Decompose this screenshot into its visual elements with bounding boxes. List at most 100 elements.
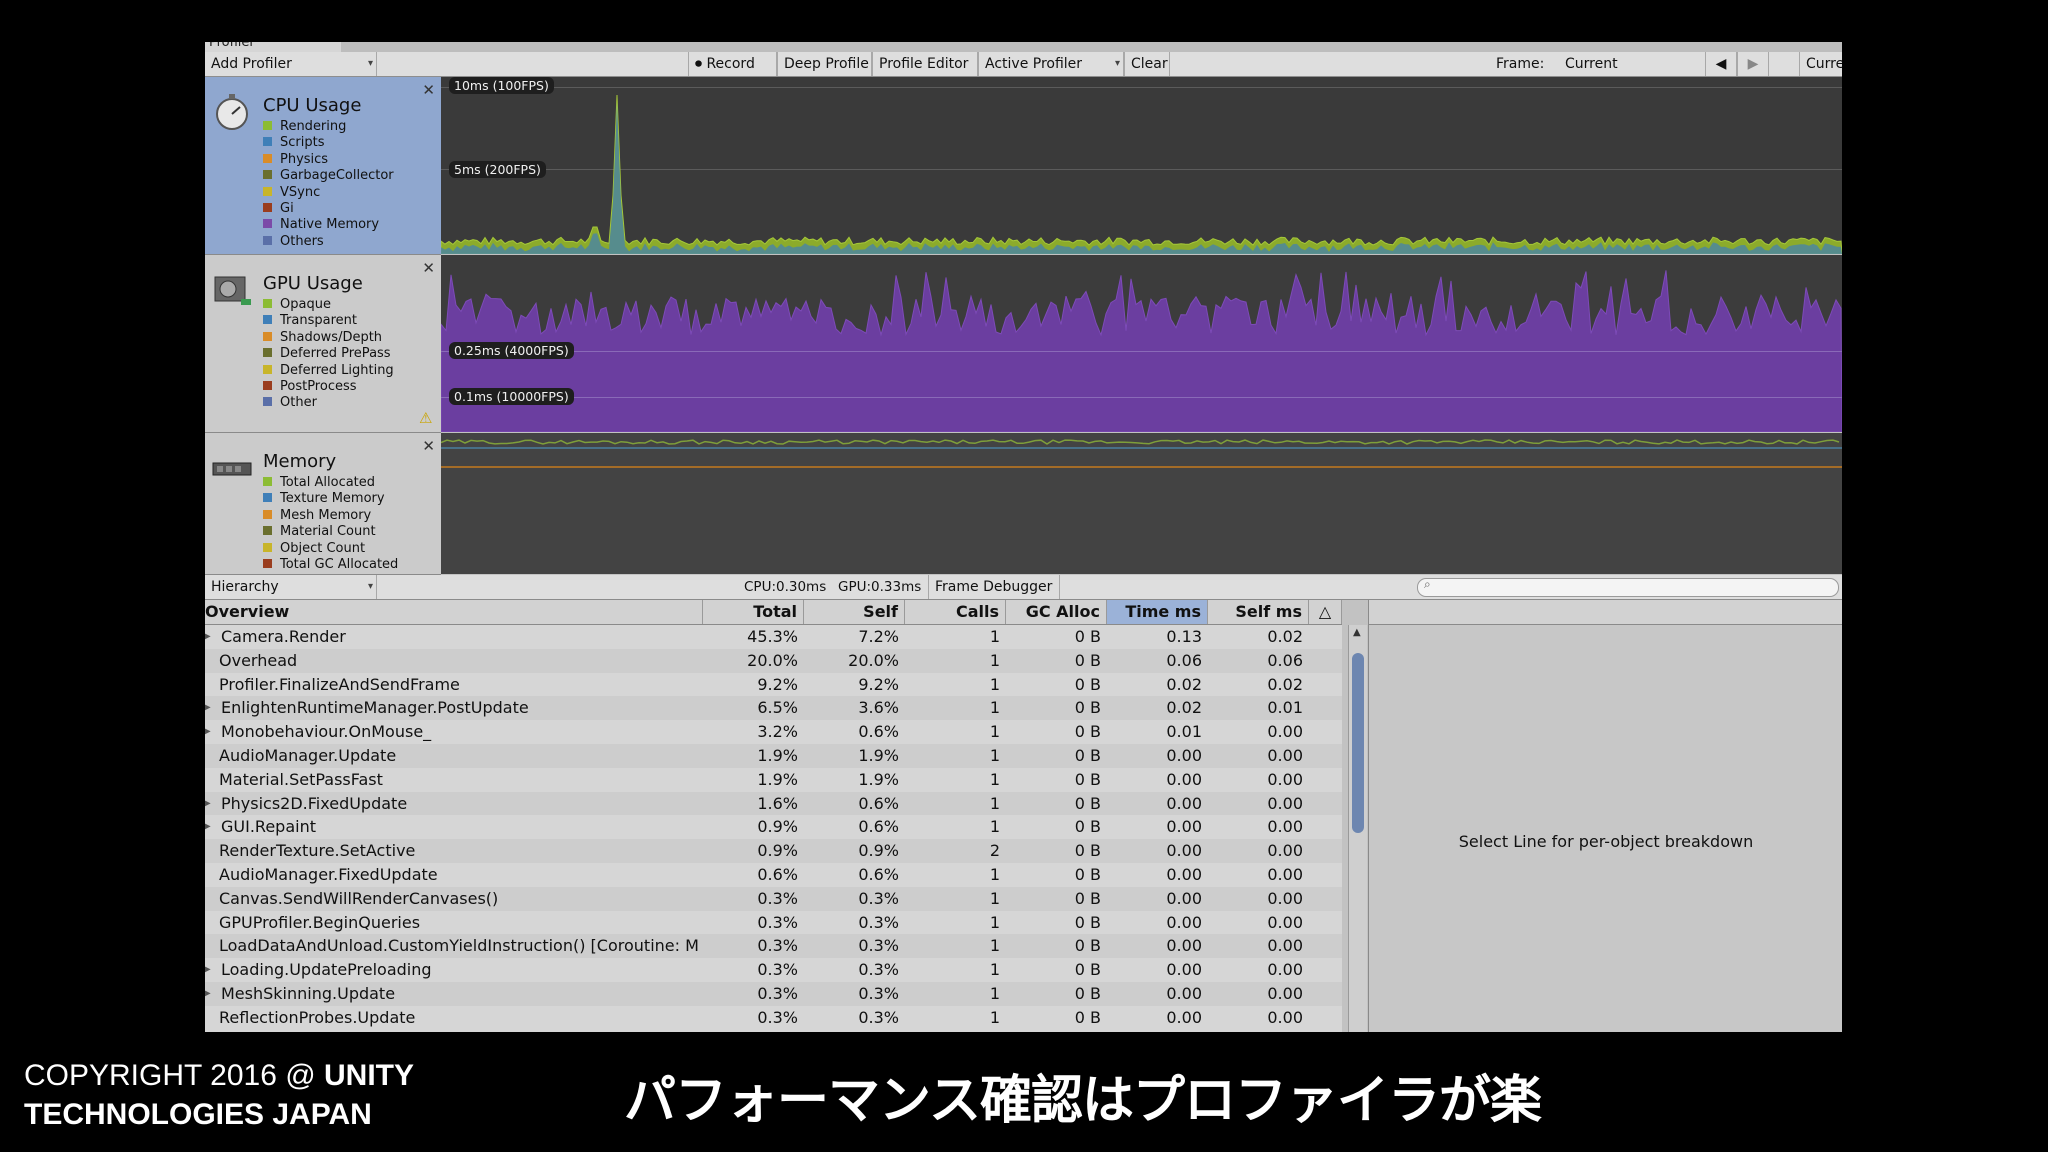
legend-item[interactable]: Total Allocated xyxy=(263,475,398,491)
expand-arrow-icon[interactable]: ▶ xyxy=(205,815,211,839)
table-row[interactable]: ▶ MeshSkinning.Update 0.3% 0.3% 1 0 B 0.00 0.00 xyxy=(205,982,1342,1006)
current-frame-button[interactable]: Curre xyxy=(1799,52,1842,76)
table-row[interactable]: Material.SetPassFast 1.9% 1.9% 1 0 B 0.00 0.00 xyxy=(205,768,1342,792)
table-row[interactable]: ▶ GUI.Repaint 0.9% 0.6% 1 0 B 0.00 0.00 xyxy=(205,815,1342,839)
warning-column-icon[interactable]: △ xyxy=(1309,600,1342,624)
legend-item[interactable]: Deferred Lighting xyxy=(263,363,394,379)
gpu-usage-graph[interactable]: 0.25ms (4000FPS) 0.1ms (10000FPS) xyxy=(441,255,1842,432)
column-total[interactable]: Total xyxy=(703,600,804,624)
table-row[interactable]: ReflectionProbes.Update 0.3% 0.3% 1 0 B 0.00 0… xyxy=(205,1006,1342,1030)
row-name: RenderTexture.SetActive xyxy=(219,841,416,861)
memory-graph[interactable] xyxy=(441,433,1842,574)
table-row[interactable]: GPUProfiler.BeginQueries 0.3% 0.3% 1 0 B 0.00… xyxy=(205,911,1342,935)
scroll-up-icon[interactable]: ▲ xyxy=(1353,627,1361,638)
legend-item[interactable]: Opaque xyxy=(263,297,394,313)
legend-item[interactable]: Texture Memory xyxy=(263,491,398,507)
copyright-company: UNITY xyxy=(324,1059,414,1092)
legend-item[interactable]: Deferred PrePass xyxy=(263,346,394,362)
table-row[interactable]: Canvas.SendWillRenderCanvases() 0.3% 0.3% 1… xyxy=(205,886,1342,911)
prev-frame-button[interactable]: ◀ xyxy=(1705,52,1737,76)
table-row[interactable]: LoadDataAndUnload.CustomYieldInstruction… xyxy=(205,934,1342,959)
legend-item[interactable]: Rendering xyxy=(263,119,394,135)
record-label: Record xyxy=(706,56,755,72)
table-scrollbar[interactable]: ▲ xyxy=(1348,625,1367,1032)
cell-calls: 1 xyxy=(989,698,1000,718)
legend-item[interactable]: Physics xyxy=(263,152,394,168)
legend-item[interactable]: Other xyxy=(263,395,394,411)
legend-item[interactable]: PostProcess xyxy=(263,379,394,395)
legend-item[interactable]: Scripts xyxy=(263,135,394,151)
table-row[interactable]: ▶ Loading.UpdatePreloading 0.3% 0.3% 1 0 B 0.0… xyxy=(205,958,1342,982)
cpu-usage-panel[interactable]: CPU Usage ✕ Rendering Scripts Physics Ga… xyxy=(205,77,441,255)
record-button[interactable]: ⏺ Record xyxy=(688,52,777,76)
column-self[interactable]: Self xyxy=(804,600,905,624)
legend-item[interactable]: Object Count xyxy=(263,541,398,557)
cell-calls: 1 xyxy=(989,722,1000,742)
legend-item[interactable]: Transparent xyxy=(263,313,394,329)
cell-selfms: 0.00 xyxy=(1267,984,1303,1003)
frame-debugger-button[interactable]: Frame Debugger xyxy=(928,575,1060,599)
expand-arrow-icon[interactable]: ▶ xyxy=(205,625,211,649)
deep-profile-button[interactable]: Deep Profile xyxy=(777,52,872,76)
expand-arrow-icon[interactable]: ▶ xyxy=(205,958,211,982)
table-row[interactable]: Overhead 20.0% 20.0% 1 0 B 0.06 0.06 xyxy=(205,648,1342,673)
table-row[interactable]: AudioManager.FixedUpdate 0.6% 0.6% 1 0 B 0.00… xyxy=(205,863,1342,887)
gpu-usage-panel[interactable]: GPU Usage ✕ Opaque Transparent Shadows/D… xyxy=(205,255,441,433)
cell-time: 0.13 xyxy=(1166,627,1202,646)
next-frame-button[interactable]: ▶ xyxy=(1737,52,1769,76)
cell-calls: 1 xyxy=(989,746,1000,765)
search-input[interactable]: ⌕ xyxy=(1417,577,1839,597)
expand-arrow-icon[interactable]: ▶ xyxy=(205,982,211,1006)
row-name: Monobehaviour.OnMouse_ xyxy=(221,722,432,742)
legend-item[interactable]: Shadows/Depth xyxy=(263,330,394,346)
profile-editor-button[interactable]: Profile Editor xyxy=(872,52,978,76)
legend-item[interactable]: Gi xyxy=(263,201,394,217)
column-calls[interactable]: Calls xyxy=(905,600,1006,624)
profiler-tab[interactable]: Profiler xyxy=(205,42,341,52)
cell-self: 7.2% xyxy=(858,627,899,646)
cell-gc: 0 B xyxy=(1074,888,1101,908)
expand-arrow-icon[interactable]: ▶ xyxy=(205,720,211,744)
legend-item[interactable]: GarbageCollector xyxy=(263,168,394,184)
legend-item[interactable]: Native Memory xyxy=(263,217,394,233)
scrollbar-thumb[interactable] xyxy=(1352,653,1364,833)
memory-panel[interactable]: Memory ✕ Total Allocated Texture Memory … xyxy=(205,433,441,575)
legend-item[interactable]: VSync xyxy=(263,185,394,201)
cell-total: 20.0% xyxy=(747,650,798,670)
warning-icon[interactable]: ⚠ xyxy=(419,409,432,427)
legend-item[interactable]: Others xyxy=(263,234,394,250)
close-gpu-panel-icon[interactable]: ✕ xyxy=(422,259,435,277)
active-profiler-dropdown[interactable]: Active Profiler xyxy=(978,52,1124,76)
table-row[interactable]: Profiler.FinalizeAndSendFrame 9.2% 9.2% 1 0 … xyxy=(205,673,1342,697)
row-name: Loading.UpdatePreloading xyxy=(221,960,432,980)
table-row[interactable]: ▶ Camera.Render 45.3% 7.2% 1 0 B 0.13 0.02 xyxy=(205,625,1342,649)
legend-item[interactable]: Material Count xyxy=(263,524,398,540)
legend-item[interactable]: Mesh Memory xyxy=(263,508,398,524)
cell-calls: 1 xyxy=(989,769,1000,789)
expand-arrow-icon[interactable]: ▶ xyxy=(205,792,211,816)
row-name: ReflectionProbes.Update xyxy=(219,1007,416,1027)
column-gc-alloc[interactable]: GC Alloc xyxy=(1006,600,1107,624)
table-row[interactable]: RenderTexture.SetActive 0.9% 0.9% 2 0 B 0.00 0… xyxy=(205,839,1342,863)
column-overview[interactable]: Overview xyxy=(205,600,703,624)
cell-gc: 0 B xyxy=(1074,817,1101,837)
legend-item[interactable]: Total GC Allocated xyxy=(263,557,398,573)
column-self-ms[interactable]: Self ms xyxy=(1208,600,1309,624)
close-cpu-panel-icon[interactable]: ✕ xyxy=(422,81,435,99)
expand-arrow-icon[interactable]: ▶ xyxy=(205,696,211,720)
hierarchy-dropdown[interactable]: Hierarchy xyxy=(205,575,377,599)
add-profiler-dropdown[interactable]: Add Profiler xyxy=(205,52,377,76)
cell-gc: 0 B xyxy=(1074,650,1101,670)
cpu-usage-graph[interactable]: 10ms (100FPS) 5ms (200FPS) xyxy=(441,77,1842,254)
hierarchy-table: ▶ Camera.Render 45.3% 7.2% 1 0 B 0.13 0.02 Overh… xyxy=(205,625,1342,1032)
table-row[interactable]: AudioManager.Update 1.9% 1.9% 1 0 B 0.00 0.00 xyxy=(205,744,1342,768)
clear-button[interactable]: Clear xyxy=(1124,52,1170,76)
table-row[interactable]: ▶ EnlightenRuntimeManager.PostUpdate 6.5% 3… xyxy=(205,696,1342,721)
table-row[interactable]: ▶ Monobehaviour.OnMouse_ 3.2% 0.6% 1 0 B 0.01 0… xyxy=(205,720,1342,744)
cell-total: 45.3% xyxy=(747,627,798,646)
column-time-ms[interactable]: Time ms xyxy=(1107,600,1208,624)
table-row[interactable]: ▶ Physics2D.FixedUpdate 1.6% 0.6% 1 0 B 0.00 0.… xyxy=(205,791,1342,816)
close-memory-panel-icon[interactable]: ✕ xyxy=(422,437,435,455)
tab-title: Profiler xyxy=(209,42,255,50)
cell-gc: 0 B xyxy=(1074,793,1101,813)
